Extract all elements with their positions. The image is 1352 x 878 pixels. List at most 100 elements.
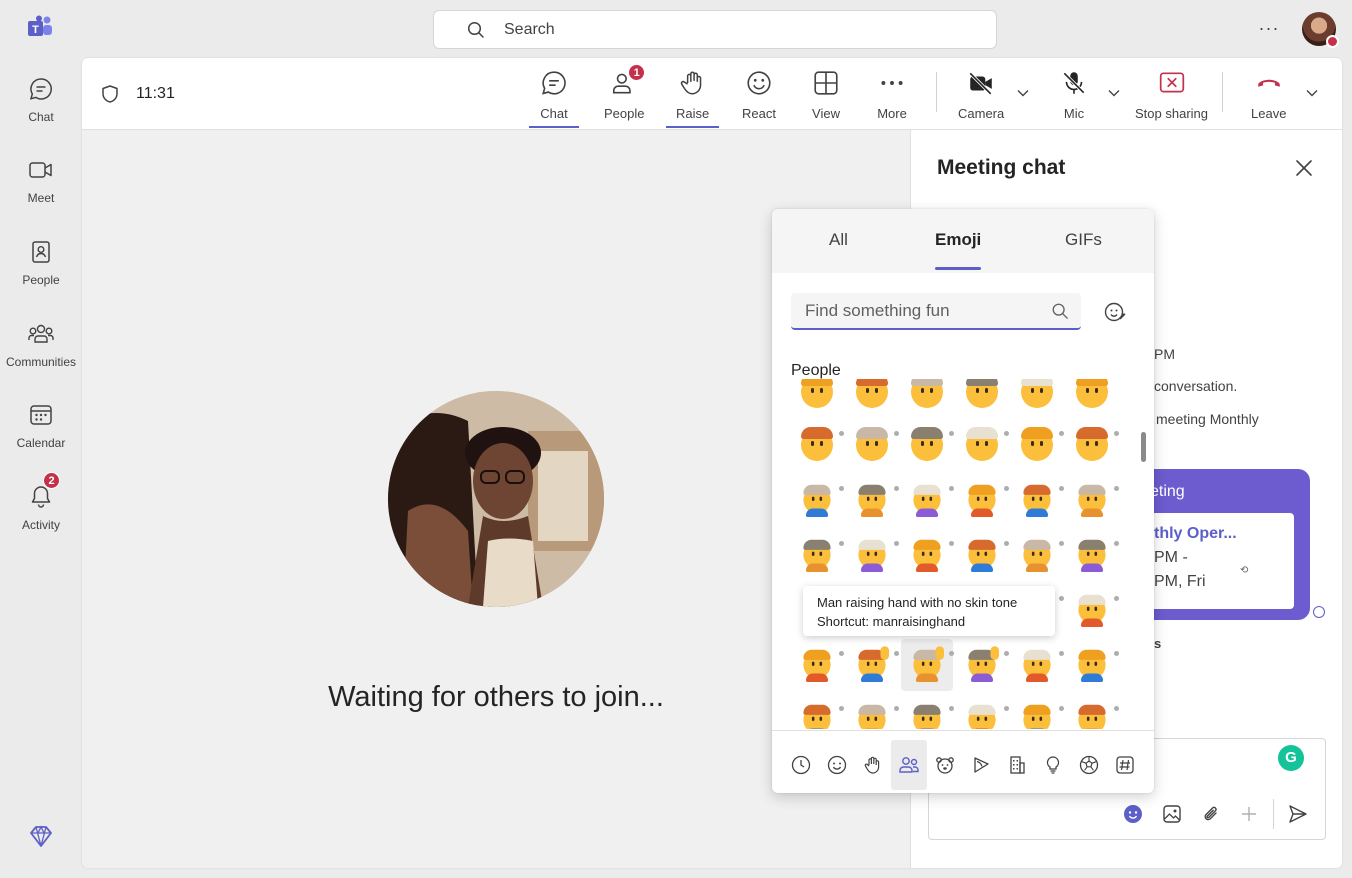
premium-diamond-icon[interactable] [27, 823, 55, 851]
category-symbols-icon[interactable] [1107, 740, 1143, 790]
category-recent-icon[interactable] [783, 740, 819, 790]
emoji-item[interactable] [901, 529, 953, 581]
ellipsis-icon [877, 68, 907, 98]
react-button[interactable]: React [742, 68, 776, 128]
emoji-item[interactable] [1066, 474, 1118, 526]
people-button[interactable]: 1 People [604, 64, 646, 128]
emoji-button-icon[interactable] [1122, 803, 1144, 825]
emoji-picker: All Emoji GIFs People [772, 209, 1154, 793]
emoji-item[interactable] [1066, 529, 1118, 581]
emoji-item[interactable] [791, 474, 843, 526]
stop-sharing-button[interactable]: Stop sharing [1135, 68, 1208, 128]
emoji-item[interactable] [846, 639, 898, 691]
view-button[interactable]: View [811, 68, 841, 128]
shield-icon[interactable] [100, 84, 120, 104]
emoji-item[interactable] [901, 694, 953, 729]
emoji-item[interactable] [956, 419, 1008, 471]
emoji-item[interactable] [1011, 529, 1063, 581]
grammarly-icon[interactable]: G [1278, 745, 1304, 771]
emoji-item[interactable] [1066, 694, 1118, 729]
emoji-item[interactable] [791, 419, 843, 471]
emoji-item[interactable] [1011, 474, 1063, 526]
leave-button[interactable]: Leave [1251, 68, 1286, 128]
emoji-item[interactable] [956, 474, 1008, 526]
rail-calendar[interactable]: Calendar [0, 396, 82, 466]
mic-button[interactable]: Mic [1059, 68, 1089, 128]
rail-chat[interactable]: Chat [0, 70, 82, 140]
attach-icon[interactable] [1200, 803, 1222, 825]
emoji-item[interactable] [1011, 639, 1063, 691]
tab-all[interactable]: All [829, 230, 848, 250]
emoji-item[interactable] [1011, 379, 1063, 418]
leave-options-chevron-icon[interactable] [1305, 86, 1319, 100]
toolbar-divider-2 [1222, 72, 1223, 112]
chat-button[interactable]: Chat [529, 68, 579, 128]
emoji-item[interactable] [791, 694, 843, 729]
emoji-item[interactable] [846, 419, 898, 471]
more-button[interactable]: More [877, 68, 907, 128]
meeting-card[interactable]: eting thly Oper... PM - PM, Fri ⟲ [1140, 469, 1310, 620]
grid-dot [839, 541, 844, 546]
emoji-item[interactable] [791, 639, 843, 691]
emoji-search-input[interactable] [805, 299, 1035, 323]
emoji-item[interactable] [901, 379, 953, 418]
raise-hand-button[interactable]: Raise [665, 68, 720, 128]
image-icon[interactable] [1161, 803, 1183, 825]
category-food-icon[interactable] [963, 740, 999, 790]
emoji-item[interactable] [846, 474, 898, 526]
user-avatar[interactable] [1302, 12, 1339, 48]
add-icon[interactable] [1238, 803, 1260, 825]
emoji-item[interactable] [901, 419, 953, 471]
emoji-item[interactable] [1066, 379, 1118, 418]
grid-dot [1059, 706, 1064, 711]
rail-activity[interactable]: 2 Activity [0, 472, 82, 548]
app-rail: T Chat Meet People Communities Calendar [0, 0, 82, 878]
grid-dot [894, 486, 899, 491]
rail-people-label: People [22, 273, 60, 287]
emoji-item[interactable] [846, 379, 898, 418]
rail-people[interactable]: People [0, 233, 82, 303]
skin-tone-icon[interactable] [1104, 301, 1126, 323]
category-activities-icon[interactable] [1071, 740, 1107, 790]
emoji-item[interactable] [1066, 584, 1118, 636]
send-icon[interactable] [1287, 803, 1309, 825]
video-camera-icon [26, 155, 56, 185]
rail-activity-label: Activity [21, 518, 60, 532]
emoji-item[interactable] [791, 529, 843, 581]
category-animals-icon[interactable] [927, 740, 963, 790]
emoji-item[interactable] [846, 529, 898, 581]
category-buildings-icon[interactable] [999, 740, 1035, 790]
emoji-item[interactable] [1066, 639, 1118, 691]
tab-emoji[interactable]: Emoji [935, 230, 982, 270]
emoji-item[interactable] [1066, 419, 1118, 471]
emoji-item[interactable] [901, 474, 953, 526]
emoji-search-field[interactable] [791, 293, 1081, 330]
rail-meet[interactable]: Meet [0, 151, 82, 221]
emoji-item[interactable] [791, 379, 843, 418]
svg-text:T: T [32, 24, 39, 36]
camera-options-chevron-icon[interactable] [1016, 86, 1030, 100]
search-bar[interactable]: Search [433, 10, 997, 49]
emoji-item[interactable] [901, 639, 953, 691]
mic-options-chevron-icon[interactable] [1107, 86, 1121, 100]
more-options-icon[interactable]: ··· [1256, 18, 1282, 38]
contact-book-icon [26, 237, 56, 267]
category-smileys-icon[interactable] [819, 740, 855, 790]
category-objects-icon[interactable] [1035, 740, 1071, 790]
grid-dot [949, 541, 954, 546]
category-hands-icon[interactable] [855, 740, 891, 790]
emoji-item[interactable] [956, 529, 1008, 581]
teams-logo-icon[interactable]: T [26, 15, 54, 41]
emoji-item[interactable] [1011, 694, 1063, 729]
emoji-scrollbar[interactable] [1141, 432, 1146, 462]
emoji-item[interactable] [956, 694, 1008, 729]
emoji-item[interactable] [1011, 419, 1063, 471]
emoji-item[interactable] [956, 639, 1008, 691]
emoji-item[interactable] [846, 694, 898, 729]
category-people-icon[interactable] [891, 740, 927, 790]
rail-communities[interactable]: Communities [0, 315, 82, 385]
close-icon[interactable] [1294, 158, 1314, 178]
tab-gifs[interactable]: GIFs [1065, 230, 1102, 250]
emoji-item[interactable] [956, 379, 1008, 418]
camera-button[interactable]: Camera [958, 68, 1004, 128]
